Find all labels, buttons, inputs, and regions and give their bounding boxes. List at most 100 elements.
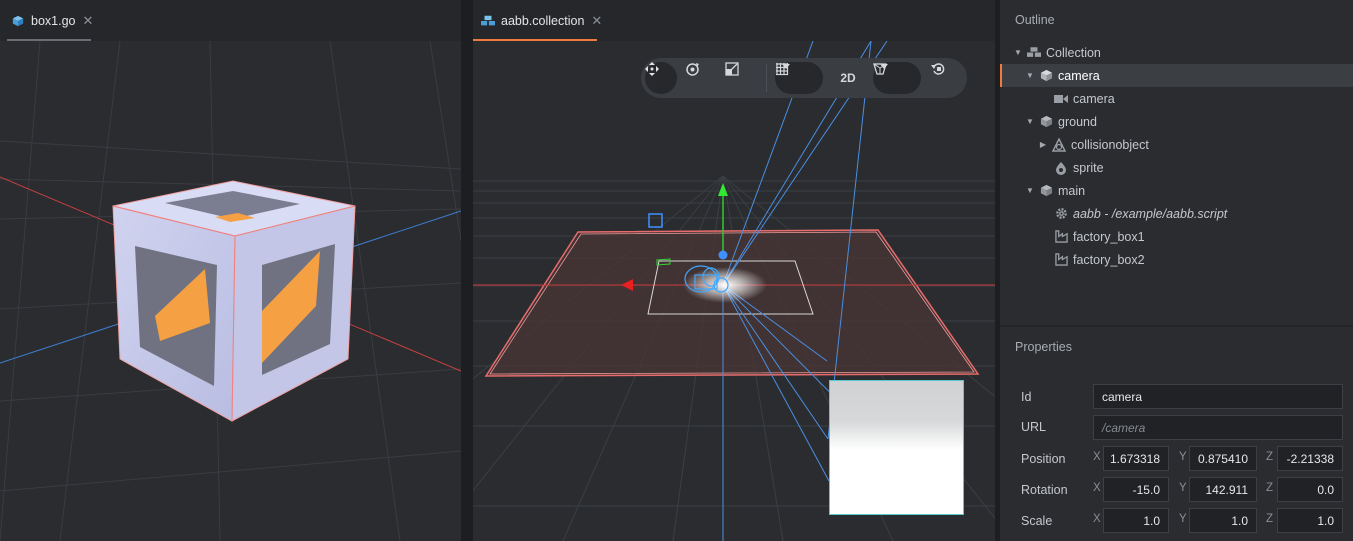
tab-label: box1.go (31, 13, 76, 28)
position-z-field[interactable]: -2.21338 (1277, 446, 1343, 471)
camera-icon (1054, 92, 1068, 106)
plane-handle (648, 213, 663, 228)
tree-item-aabb-script[interactable]: aabb - /example/aabb.script (1000, 202, 1353, 225)
box-viewport[interactable] (0, 41, 461, 541)
axis-z-label: Z (1266, 482, 1274, 494)
tree-item-label: ground (1058, 114, 1097, 129)
id-field[interactable]: camera (1093, 384, 1343, 409)
tree-item-collisionobject[interactable]: ▶ collisionobject (1000, 133, 1353, 156)
cube-icon (1039, 69, 1053, 83)
factory-icon (1054, 230, 1068, 244)
position-x-field[interactable]: 1.673318 (1103, 446, 1169, 471)
expand-arrow-icon[interactable]: ▼ (1025, 117, 1035, 126)
expand-arrow-icon[interactable]: ▶ (1038, 140, 1048, 149)
scale-tool-button[interactable] (725, 62, 757, 94)
pane-divider[interactable] (461, 0, 473, 541)
tree-item-label: main (1058, 183, 1086, 198)
tree-item-label: camera (1073, 91, 1115, 106)
tree-item-label: collisionobject (1071, 137, 1149, 152)
properties-panel: Properties Id camera URL /camera Positio… (1000, 327, 1353, 541)
tree-item-label: aabb - /example/aabb.script (1073, 206, 1228, 221)
axis-z-label: Z (1266, 513, 1274, 525)
rotation-label: Rotation (1021, 483, 1068, 497)
left-editor-pane: box1.go ✕ (0, 0, 461, 541)
tree-item-main[interactable]: ▼ main (1000, 179, 1353, 202)
scale-label: Scale (1021, 514, 1053, 528)
camera-type-button[interactable] (873, 62, 921, 94)
tree-item-camera-component[interactable]: camera (1000, 87, 1353, 110)
scene-viewport[interactable]: 2D (473, 41, 995, 541)
camera-preview (829, 380, 964, 515)
tree-item-label: Collection (1046, 45, 1101, 60)
id-label: Id (1021, 390, 1032, 404)
tree-item-label: sprite (1073, 160, 1104, 175)
tree-item-factory-box2[interactable]: factory_box2 (1000, 248, 1353, 271)
tab-label: aabb.collection (501, 13, 585, 28)
move-tool-button[interactable] (645, 62, 677, 94)
expand-arrow-icon[interactable]: ▼ (1025, 186, 1035, 195)
box-model (112, 180, 356, 422)
selection-accent (1000, 64, 1002, 87)
cube-icon (12, 15, 24, 26)
chevron-down-icon (880, 64, 888, 69)
toolbar-separator (766, 64, 767, 92)
tree-item-ground[interactable]: ▼ ground (1000, 110, 1353, 133)
outline-panel: Outline ▼ Collection ▼ camera camera ▼ g… (1000, 0, 1353, 325)
url-label: URL (1021, 420, 1047, 434)
tree-item-camera-go[interactable]: ▼ camera (1000, 64, 1353, 87)
axis-y-label: Y (1179, 451, 1187, 463)
close-icon[interactable]: ✕ (591, 13, 602, 29)
scale-x-field[interactable]: 1.0 (1103, 508, 1169, 533)
rotation-x-field[interactable]: -15.0 (1103, 477, 1169, 502)
scale-y-field[interactable]: 1.0 (1189, 508, 1257, 533)
left-tab-bar: box1.go ✕ (0, 0, 461, 41)
tree-item-label: factory_box2 (1073, 252, 1145, 267)
tree-item-collection[interactable]: ▼ Collection (1000, 41, 1353, 64)
rotate-tool-button[interactable] (685, 62, 717, 94)
tree-item-sprite[interactable]: sprite (1000, 156, 1353, 179)
grid-toggle-button[interactable] (775, 62, 823, 94)
axis-z-label: Z (1266, 451, 1274, 463)
collection-icon (1027, 46, 1041, 60)
right-tab-bar: aabb.collection ✕ (473, 0, 995, 41)
collision-object-icon (1052, 137, 1066, 152)
axis-y-label: Y (1179, 482, 1187, 494)
chevron-down-icon (782, 64, 790, 69)
axis-x-label: X (1093, 513, 1101, 525)
move-icon (645, 62, 659, 76)
ground-plane (484, 229, 980, 377)
close-icon[interactable]: ✕ (82, 13, 93, 29)
properties-title: Properties (1015, 340, 1072, 354)
scale-z-field[interactable]: 1.0 (1277, 508, 1343, 533)
outline-title: Outline (1015, 13, 1055, 27)
gear-icon (1054, 207, 1068, 221)
mode-2d-button[interactable]: 2D (831, 62, 865, 94)
position-label: Position (1021, 452, 1066, 466)
axis-x-label: X (1093, 451, 1101, 463)
factory-icon (1054, 253, 1068, 267)
cube-icon (1039, 184, 1053, 198)
axis-x-label: X (1093, 482, 1101, 494)
url-field[interactable]: /camera (1093, 415, 1343, 440)
expand-arrow-icon[interactable]: ▼ (1013, 48, 1023, 57)
rotate-icon (686, 63, 699, 76)
reset-camera-icon (931, 63, 945, 75)
tab-box1-go[interactable]: box1.go ✕ (3, 0, 101, 41)
mode-2d-label: 2D (840, 71, 856, 85)
axis-y-label: Y (1179, 513, 1187, 525)
cube-icon (1039, 115, 1053, 129)
scale-icon (725, 62, 739, 76)
reset-camera-button[interactable] (931, 62, 963, 94)
collection-icon (481, 15, 495, 25)
position-y-field[interactable]: 0.875410 (1189, 446, 1257, 471)
box-scene (0, 41, 461, 541)
tree-item-label: camera (1058, 68, 1100, 83)
sprite-icon (1054, 161, 1068, 175)
tree-item-label: factory_box1 (1073, 229, 1145, 244)
z-handle (718, 250, 728, 260)
tab-aabb-collection[interactable]: aabb.collection ✕ (473, 0, 610, 41)
rotation-z-field[interactable]: 0.0 (1277, 477, 1343, 502)
tree-item-factory-box1[interactable]: factory_box1 (1000, 225, 1353, 248)
expand-arrow-icon[interactable]: ▼ (1025, 71, 1035, 80)
rotation-y-field[interactable]: 142.911 (1189, 477, 1257, 502)
